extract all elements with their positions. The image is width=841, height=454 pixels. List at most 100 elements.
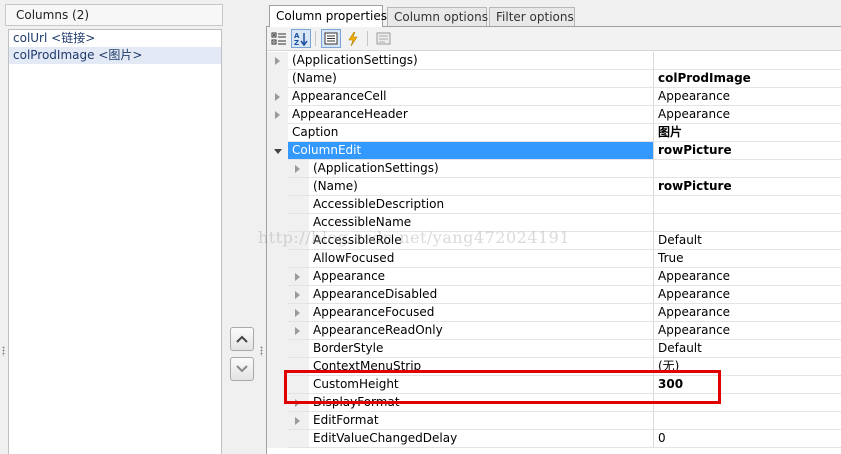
move-up-button[interactable] xyxy=(230,327,254,351)
row-gutter[interactable] xyxy=(267,88,288,106)
property-grid[interactable]: (ApplicationSettings) (Name) colProdImage A… xyxy=(267,52,841,454)
property-value[interactable] xyxy=(654,196,841,214)
property-row[interactable]: AccessibleDescription xyxy=(267,196,841,214)
properties-button[interactable] xyxy=(321,29,341,48)
property-value[interactable] xyxy=(654,214,841,232)
property-value[interactable] xyxy=(654,52,841,70)
expand-arrow-icon[interactable] xyxy=(275,111,280,119)
column-item-colurl[interactable]: colUrl <链接> xyxy=(9,30,221,47)
property-name-cell[interactable]: AppearanceHeader xyxy=(288,106,654,124)
expand-arrow-icon[interactable] xyxy=(275,57,280,65)
property-name-cell[interactable]: AccessibleName xyxy=(288,214,654,232)
property-value[interactable]: Appearance xyxy=(654,322,841,340)
expand-arrow-icon[interactable] xyxy=(295,165,300,173)
tab-column-options[interactable]: Column options xyxy=(387,7,488,26)
property-name-cell[interactable]: AppearanceReadOnly xyxy=(288,322,654,340)
property-value[interactable]: Appearance xyxy=(654,88,841,106)
columns-panel: Columns (2) colUrl <链接> colProdImage <图片… xyxy=(0,0,228,454)
events-button[interactable] xyxy=(343,29,363,48)
splitter-grip-icon[interactable] xyxy=(260,346,263,356)
property-name-cell[interactable]: Appearance xyxy=(288,268,654,286)
move-down-button[interactable] xyxy=(230,357,254,381)
property-row[interactable]: AppearanceHeader Appearance xyxy=(267,106,841,124)
property-row[interactable]: AccessibleRole Default xyxy=(267,232,841,250)
property-row[interactable]: AllowFocused True xyxy=(267,250,841,268)
property-value[interactable]: Default xyxy=(654,340,841,358)
expand-arrow-icon[interactable] xyxy=(275,93,280,101)
property-value[interactable]: 300 xyxy=(654,376,841,394)
property-value[interactable] xyxy=(654,394,841,412)
row-gutter xyxy=(267,358,288,376)
expand-arrow-icon[interactable] xyxy=(295,309,300,317)
row-gutter[interactable] xyxy=(267,142,288,160)
expand-arrow-icon[interactable] xyxy=(295,273,300,281)
property-value[interactable]: (无) xyxy=(654,358,841,376)
property-value[interactable] xyxy=(654,412,841,430)
property-value[interactable]: Appearance xyxy=(654,106,841,124)
property-row[interactable]: DisplayFormat xyxy=(267,394,841,412)
property-name-cell[interactable]: EditValueChangedDelay xyxy=(288,430,654,448)
property-name-cell[interactable]: AccessibleRole xyxy=(288,232,654,250)
property-value[interactable]: colProdImage xyxy=(654,70,841,88)
categorized-button[interactable] xyxy=(269,29,289,48)
property-row[interactable]: CustomHeight 300 xyxy=(267,376,841,394)
property-row[interactable]: AccessibleName xyxy=(267,214,841,232)
property-value[interactable]: Appearance xyxy=(654,286,841,304)
property-name-cell[interactable]: AppearanceFocused xyxy=(288,304,654,322)
property-row[interactable]: AppearanceDisabled Appearance xyxy=(267,286,841,304)
property-row[interactable]: AppearanceCell Appearance xyxy=(267,88,841,106)
property-name-cell[interactable]: (Name) xyxy=(288,178,654,196)
expand-arrow-icon[interactable] xyxy=(295,327,300,335)
property-value[interactable]: rowPicture xyxy=(654,142,841,160)
row-gutter xyxy=(267,250,288,268)
property-value[interactable]: 图片 xyxy=(654,124,841,142)
tab-filter-options[interactable]: Filter options xyxy=(489,7,575,26)
property-row[interactable]: Appearance Appearance xyxy=(267,268,841,286)
property-name-cell[interactable]: AllowFocused xyxy=(288,250,654,268)
splitter-grip-icon[interactable] xyxy=(2,346,5,356)
property-row[interactable]: Caption 图片 xyxy=(267,124,841,142)
property-row[interactable]: (ApplicationSettings) xyxy=(267,160,841,178)
collapse-arrow-icon[interactable] xyxy=(273,148,282,154)
property-name-cell[interactable]: (ApplicationSettings) xyxy=(288,160,654,178)
row-gutter[interactable] xyxy=(267,106,288,124)
property-name-cell[interactable]: ColumnEdit xyxy=(288,142,654,160)
property-pages-button[interactable] xyxy=(373,29,393,48)
property-value[interactable]: Appearance xyxy=(654,268,841,286)
property-row[interactable]: (Name) colProdImage xyxy=(267,70,841,88)
property-name-cell[interactable]: EditFormat xyxy=(288,412,654,430)
property-name-cell[interactable]: AccessibleDescription xyxy=(288,196,654,214)
expand-arrow-icon[interactable] xyxy=(295,399,300,407)
alphabetical-button[interactable]: A Z xyxy=(291,29,311,48)
columns-list[interactable]: colUrl <链接> colProdImage <图片> xyxy=(8,29,222,454)
property-name-cell[interactable]: AppearanceCell xyxy=(288,88,654,106)
property-name-cell[interactable]: Caption xyxy=(288,124,654,142)
property-row[interactable]: (Name) rowPicture xyxy=(267,178,841,196)
property-name-cell[interactable]: DisplayFormat xyxy=(288,394,654,412)
expand-arrow-icon[interactable] xyxy=(295,417,300,425)
property-row[interactable]: AppearanceReadOnly Appearance xyxy=(267,322,841,340)
property-value[interactable]: rowPicture xyxy=(654,178,841,196)
property-row[interactable]: BorderStyle Default xyxy=(267,340,841,358)
property-name-cell[interactable]: (Name) xyxy=(288,70,654,88)
tab-column-properties[interactable]: Column properties xyxy=(269,5,387,27)
property-name-cell[interactable]: BorderStyle xyxy=(288,340,654,358)
property-row[interactable]: EditFormat xyxy=(267,412,841,430)
property-row[interactable]: ContextMenuStrip (无) xyxy=(267,358,841,376)
property-value[interactable] xyxy=(654,160,841,178)
expand-arrow-icon[interactable] xyxy=(295,291,300,299)
property-row[interactable]: EditValueChangedDelay 0 xyxy=(267,430,841,448)
property-name-cell[interactable]: CustomHeight xyxy=(288,376,654,394)
property-value[interactable]: Appearance xyxy=(654,304,841,322)
column-item-colprodimage[interactable]: colProdImage <图片> xyxy=(9,47,221,64)
property-value[interactable]: Default xyxy=(654,232,841,250)
row-gutter[interactable] xyxy=(267,52,288,70)
property-row[interactable]: (ApplicationSettings) xyxy=(267,52,841,70)
property-value[interactable]: 0 xyxy=(654,430,841,448)
property-name-cell[interactable]: ContextMenuStrip xyxy=(288,358,654,376)
property-name-cell[interactable]: AppearanceDisabled xyxy=(288,286,654,304)
property-row[interactable]: AppearanceFocused Appearance xyxy=(267,304,841,322)
property-name-cell[interactable]: (ApplicationSettings) xyxy=(288,52,654,70)
property-value[interactable]: True xyxy=(654,250,841,268)
property-row[interactable]: ColumnEdit rowPicture xyxy=(267,142,841,160)
